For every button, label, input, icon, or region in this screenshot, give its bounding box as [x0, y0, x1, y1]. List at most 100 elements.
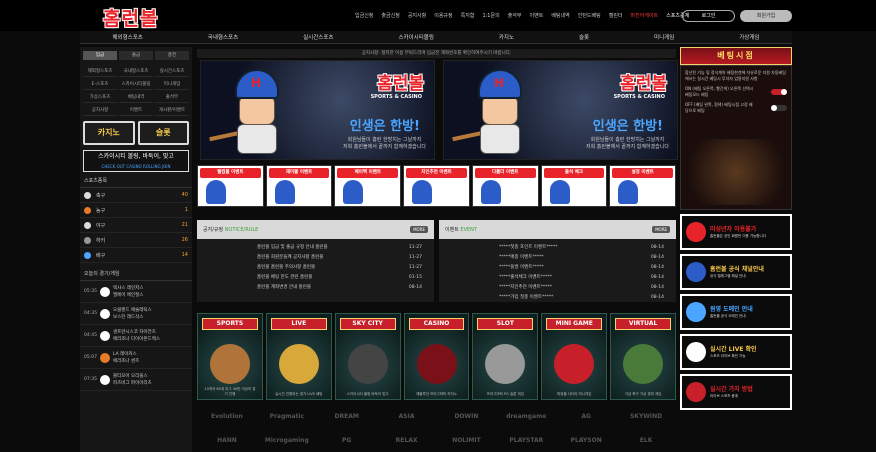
sport-row[interactable]: 야구 21	[80, 218, 192, 233]
skycity-line1: 스카이시티 볼링, 바둑이, 맞고	[98, 153, 174, 160]
live-banner[interactable]: 실시간 LIVE 확인 스포츠 라이브 확인 가능	[680, 334, 792, 370]
topnav-item[interactable]: 캘린더	[609, 12, 623, 19]
provider-logo: ELK	[639, 436, 653, 444]
sidebar-menu-item[interactable]: 미니게임	[155, 79, 189, 90]
notice-more-button[interactable]: MORE	[410, 226, 428, 233]
notice-row[interactable]: 홈런볼 계좌변경 안내 홈런볼 08-14	[197, 282, 434, 292]
topnav-item[interactable]: 공지사항	[408, 12, 426, 19]
notice-row[interactable]: 홈런볼 회원분들께 공지사항 홈런볼 11-27	[197, 252, 434, 262]
slot-promo-button[interactable]: 슬롯	[137, 121, 189, 145]
topnav-item[interactable]: 이용규정	[434, 12, 452, 19]
topnav-item[interactable]: 베팅내역	[551, 12, 569, 19]
provider-logo: AG	[581, 412, 591, 420]
mainnav-item[interactable]: 미니게임	[654, 33, 674, 41]
sidebar-menu-item[interactable]: 공지사항	[83, 105, 117, 116]
sidebar-menu-item[interactable]: 이벤트	[119, 105, 153, 116]
game-card-minigame[interactable]: MINI GAME 파워볼 사다리 미니게임	[541, 313, 608, 400]
left-sidebar: 입금 출금 충전 해외형스포츠 국내형스포츠 실시간스포츠 E-스포츠 스카이시…	[80, 47, 192, 452]
event-card[interactable]: 출석 체크	[540, 165, 608, 207]
sidebar-menu-item[interactable]: 국내형스포츠	[119, 66, 153, 77]
game-card-skycity[interactable]: SKY CITY 스카이시티 볼링 바둑이 맞고	[334, 313, 401, 400]
match-row[interactable]: 05:35 텍사스 레인저스 엘에이 에인절스	[80, 281, 192, 303]
bet-toggle-on[interactable]	[771, 89, 787, 95]
event-more-button[interactable]: MORE	[652, 226, 670, 233]
sidebar-menu-item[interactable]: 게시판/이벤트	[155, 105, 189, 116]
mainnav-item[interactable]: 해외형스포츠	[112, 33, 142, 41]
mainnav-item[interactable]: 실시간스포츠	[303, 33, 333, 41]
sport-row[interactable]: 농구 1	[80, 203, 192, 218]
bet-preview-image	[685, 139, 787, 205]
sidebar-menu-item[interactable]: 해외형스포츠	[83, 66, 117, 77]
notice-row[interactable]: 홈런볼 베팅 한도 관련 홈런볼 01-15	[197, 272, 434, 282]
event-row[interactable]: *****가입 첫충 이벤트***** 08-14	[439, 292, 676, 302]
sport-row[interactable]: 하키 26	[80, 233, 192, 248]
game-card-slot[interactable]: SLOT 프라그마틱 PG 슬롯 게임	[472, 313, 539, 400]
sidebar-menu-item[interactable]: 가상스포츠	[83, 92, 117, 103]
notice-row[interactable]: 홈런볼 홈런볼 주의사항 홈런볼 11-27	[197, 262, 434, 272]
hockey-icon	[84, 236, 91, 244]
sidebar-menu-item[interactable]: E-스포츠	[83, 79, 117, 90]
banner-sub: SPORTS & CASINO	[613, 94, 665, 100]
event-row[interactable]: *****매충 이벤트***** 08-14	[439, 252, 676, 262]
topnav-item[interactable]: 쪽지함	[461, 12, 475, 19]
sport-row[interactable]: 축구 40	[80, 188, 192, 203]
event-row[interactable]: *****돌발 이벤트***** 08-14	[439, 262, 676, 272]
event-card[interactable]: 지인추천 이벤트	[403, 165, 470, 207]
skycity-banner[interactable]: 스카이시티 볼링, 바둑이, 맞고 CHECK OUT CASINO ROLLI…	[83, 150, 189, 172]
topnav-item[interactable]: 인턴드베팅	[578, 12, 601, 19]
login-button[interactable]: 로그인	[682, 10, 735, 22]
match-row[interactable]: 04:35 오클랜드 애슬레틱스 보스턴 레드삭스	[80, 303, 192, 325]
game-card-live[interactable]: LIVE 실시간 진행되는 경기 LIVE 베팅	[265, 313, 332, 400]
join-button[interactable]: 회원가입	[740, 10, 792, 22]
game-card-sports[interactable]: SPORTS 10개국 60개 리그 40만 이상의 경기 진행	[197, 313, 263, 400]
match-row[interactable]: 04:45 샌프란시스코 자이언츠 애리조나 다이아몬드백스	[80, 325, 192, 347]
sport-count: 21	[181, 222, 188, 228]
tab-deposit[interactable]: 입금	[83, 51, 117, 60]
broadcast-banner[interactable]: 실시간 가지 방법 라이브 스포츠 중계	[680, 374, 792, 410]
bet-toggle-off[interactable]	[771, 105, 787, 111]
mainnav-item[interactable]: 가상게임	[739, 33, 759, 41]
sidebar-menu-item[interactable]: 스카이시티볼링	[119, 79, 153, 90]
event-row[interactable]: *****첫충 포인트 이벤트***** 08-14	[439, 242, 676, 252]
match-row[interactable]: 07:35 볼티모어 오리올스 피츠버그 파이어리츠	[80, 369, 192, 391]
sport-count: 1	[184, 207, 188, 213]
sport-row[interactable]: 배구 14	[80, 248, 192, 263]
site-logo[interactable]: 홈런볼	[103, 4, 158, 31]
notice-row[interactable]: 홈런볼 입금 및 출금 규정 안내 홈런볼 11-27	[197, 242, 434, 252]
provider-logo: RELAX	[395, 436, 418, 444]
casino-promo-button[interactable]: 카지노	[83, 121, 135, 145]
game-card-virtual[interactable]: VIRTUAL 가상 축구 가상 경마 게임	[610, 313, 677, 400]
game-card-casino[interactable]: CASINO 에볼루션 프라그마틱 카지노	[403, 313, 470, 400]
match-row[interactable]: 05:07 LA 레이커스 애리조나 썬즈	[80, 347, 192, 369]
topnav-item[interactable]: 입금신청	[355, 12, 373, 19]
event-card[interactable]: 설정 이벤트	[609, 165, 677, 207]
domain-banner[interactable]: 원영 도메인 안내 홈런볼 공식 도메인 안내	[680, 294, 792, 330]
tab-withdraw[interactable]: 출금	[119, 51, 153, 60]
sport-count: 26	[181, 237, 188, 243]
event-card[interactable]: 다폴더 이벤트	[471, 165, 539, 207]
topnav-item[interactable]: 출석부	[508, 12, 522, 19]
tab-charge[interactable]: 충전	[155, 51, 189, 60]
hero-banner[interactable]: 홈런볼 SPORTS & CASINO 인생은 한방! 회원님들이 홈런 한방치…	[443, 60, 678, 160]
hero-banner[interactable]: 홈런볼 SPORTS & CASINO 인생은 한방! 회원님들이 홈런 한방치…	[200, 60, 435, 160]
topnav-item[interactable]: 마진어게이트	[631, 12, 659, 19]
underage-banner[interactable]: 미성년자 이용불가 홈런볼은 성인 회원만 이용 가능합니다	[680, 214, 792, 250]
sport-name: 배구	[96, 252, 106, 259]
sidebar-menu-item[interactable]: 출석부	[155, 92, 189, 103]
mainnav-item[interactable]: 스카이시티볼링	[398, 33, 433, 41]
event-row[interactable]: *****지인추천 이벤트***** 08-14	[439, 282, 676, 292]
mainnav-item[interactable]: 슬롯	[579, 33, 589, 41]
topnav-item[interactable]: 1:1문의	[482, 12, 499, 19]
event-row[interactable]: *****출석체크 이벤트***** 08-14	[439, 272, 676, 282]
sport-name: 축구	[96, 192, 106, 199]
topnav-item[interactable]: 출금신청	[381, 12, 399, 19]
mainnav-item[interactable]: 국내형스포츠	[208, 33, 238, 41]
event-card[interactable]: 웰컴볼 이벤트	[197, 165, 264, 207]
topnav-item[interactable]: 이벤트	[530, 12, 544, 19]
event-card[interactable]: 페이백 이벤트	[334, 165, 402, 207]
mainnav-item[interactable]: 카지노	[499, 33, 514, 41]
event-card[interactable]: 재미볼 이벤트	[265, 165, 333, 207]
channel-banner[interactable]: 홈런볼 공식 채널안내 공식 텔레그램 채널 안내	[680, 254, 792, 290]
sidebar-menu-item[interactable]: 실시간스포츠	[155, 66, 189, 77]
sidebar-menu-item[interactable]: 베팅내역	[119, 92, 153, 103]
